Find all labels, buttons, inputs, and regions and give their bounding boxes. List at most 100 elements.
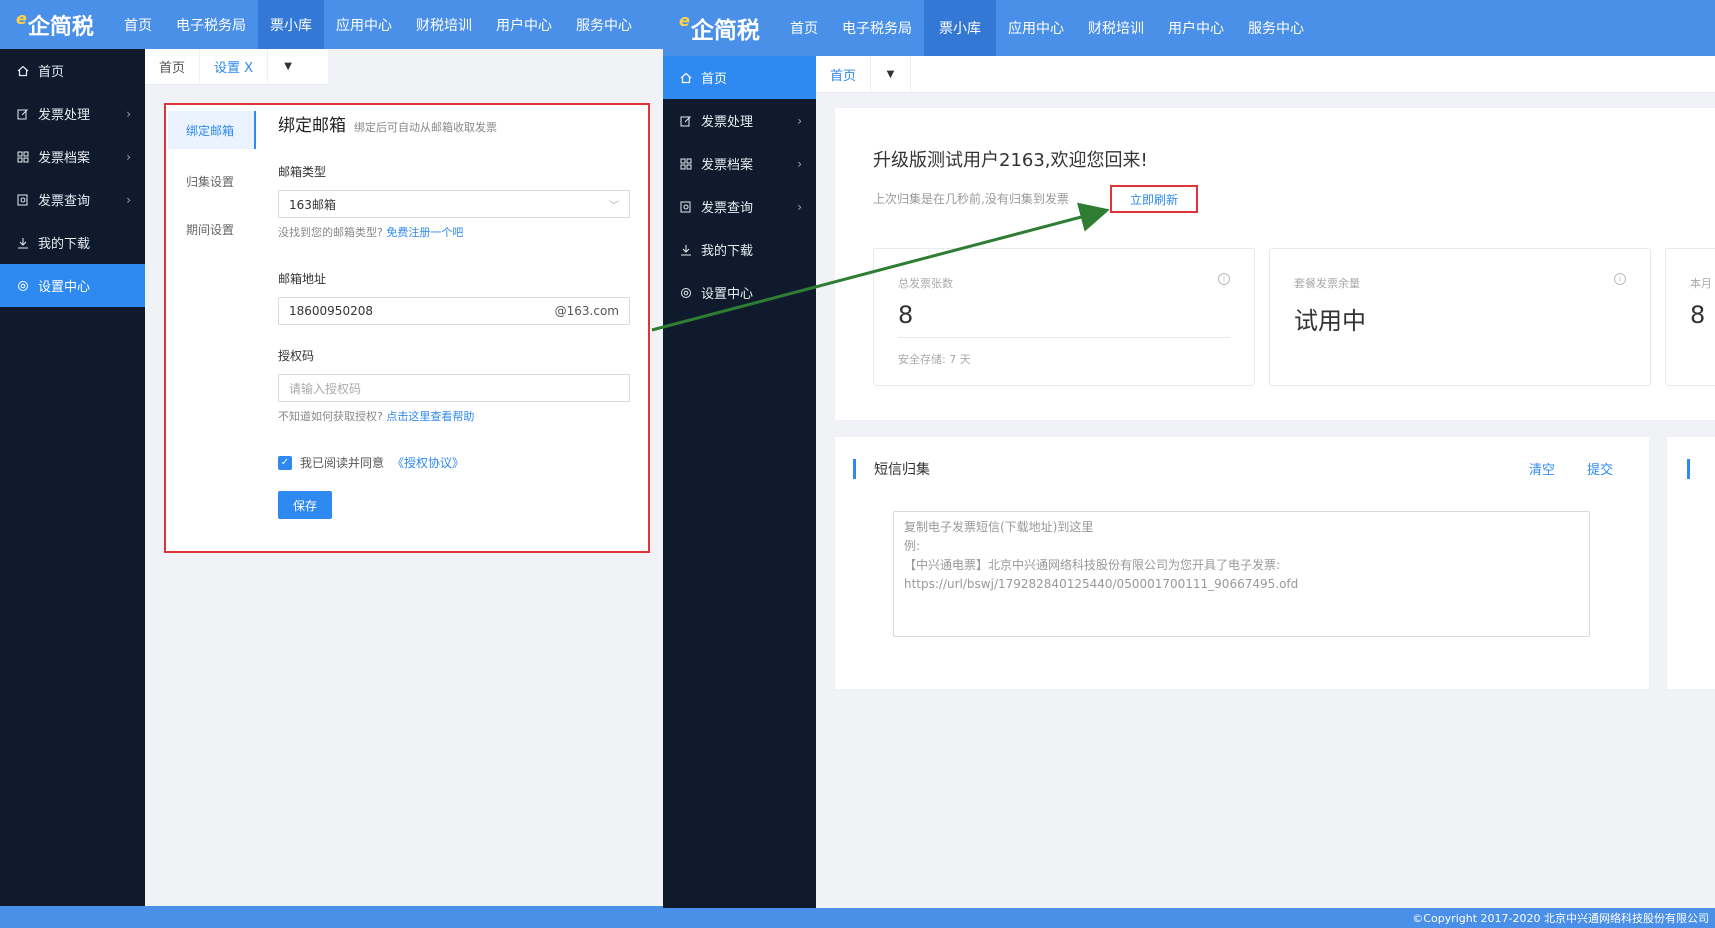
sidebar-item-invoice-archive[interactable]: 发票档案 ›	[0, 135, 145, 178]
chevron-right-icon: ›	[797, 199, 802, 214]
sidebar-item-downloads[interactable]: 我的下载	[0, 221, 145, 264]
mail-type-value: 163邮箱	[289, 197, 336, 212]
sidebar-item-home[interactable]: 首页	[663, 56, 816, 99]
sidebar-item-invoice-process[interactable]: 发票处理 ›	[0, 92, 145, 135]
right-footer-bar: ©Copyright 2017-2020 北京中兴通网络科技股份有限公司	[663, 908, 1715, 928]
sms-textarea[interactable]: 复制电子发票短信(下载地址)到这里 例: 【中兴通电票】北京中兴通网络科技股份有…	[893, 511, 1590, 637]
logo: e 企简税	[663, 11, 778, 45]
nav-item-app-center[interactable]: 应用中心	[996, 0, 1076, 56]
chevron-right-icon: ›	[126, 106, 131, 121]
chevron-right-icon: ›	[126, 192, 131, 207]
auth-agreement-link[interactable]: 《授权协议》	[392, 454, 464, 471]
nav-item-app-center[interactable]: 应用中心	[324, 0, 404, 49]
nav-item-home[interactable]: 首页	[112, 0, 164, 49]
sidebar-item-invoice-query[interactable]: 发票查询 ›	[663, 185, 816, 228]
stat-card-this-month: 本月 8	[1665, 248, 1715, 386]
nav-item-training[interactable]: 财税培训	[404, 0, 484, 49]
sidebar-item-home[interactable]: 首页	[0, 49, 145, 92]
subnav-period-settings[interactable]: 期间设置	[168, 205, 256, 253]
home-icon	[679, 71, 693, 85]
caret-down-icon: ▼	[886, 68, 895, 80]
tab-home[interactable]: 首页	[816, 56, 872, 92]
logo-e-mark: e	[679, 11, 690, 30]
bind-email-form: 绑定邮箱 绑定后可自动从邮箱收取发票 邮箱类型 163邮箱 ﹀ 没找到您的邮箱类…	[278, 111, 630, 519]
agree-checkbox[interactable]: ✓	[278, 455, 292, 470]
edit-icon	[679, 114, 693, 128]
mail-type-hint-text: 没找到您的邮箱类型?	[278, 226, 383, 239]
subnav-bind-email[interactable]: 绑定邮箱	[168, 111, 256, 149]
tab-dropdown-button[interactable]: ▼	[268, 49, 308, 84]
stat-value: 8	[898, 301, 914, 329]
nav-item-training[interactable]: 财税培训	[1076, 0, 1156, 56]
logo-e-mark: e	[16, 8, 27, 28]
info-icon[interactable]: i	[1614, 273, 1626, 285]
tab-settings[interactable]: 设置 X	[200, 49, 269, 84]
auth-help-link[interactable]: 点击这里查看帮助	[386, 410, 474, 423]
sidebar-item-downloads[interactable]: 我的下载	[663, 228, 816, 271]
sidebar-item-settings[interactable]: 设置中心	[663, 271, 816, 314]
stat-card-total-invoices: 总发票张数 i 8 安全存储: 7 天	[873, 248, 1255, 386]
stat-card-package-balance: 套餐发票余量 i 试用中	[1269, 248, 1651, 386]
left-footer-bar	[0, 906, 663, 928]
nav-item-tax-bureau[interactable]: 电子税务局	[830, 0, 924, 56]
nav-item-invoice-store[interactable]: 票小库	[924, 0, 996, 56]
nav-item-home[interactable]: 首页	[778, 0, 830, 56]
sidebar-item-label: 发票处理	[701, 115, 754, 130]
nav-item-user-center[interactable]: 用户中心	[1156, 0, 1236, 56]
top-nav-bar: e 企简税 首页 电子税务局 票小库 应用中心 财税培训 用户中心 服务中心	[663, 0, 1715, 56]
sidebar-item-settings[interactable]: 设置中心	[0, 264, 145, 307]
nav-item-invoice-store[interactable]: 票小库	[258, 0, 324, 49]
sidebar-item-label: 设置中心	[701, 287, 754, 302]
sms-card-title: 短信归集	[853, 459, 930, 479]
sidebar-item-label: 发票档案	[38, 151, 91, 166]
edit-icon	[16, 107, 30, 121]
refresh-now-link[interactable]: 立即刷新	[1110, 185, 1198, 213]
download-icon	[16, 236, 30, 250]
sms-placeholder-line: https://url/bswj/179282840125440/0500017…	[904, 577, 1299, 591]
sidebar-item-invoice-process[interactable]: 发票处理 ›	[663, 99, 816, 142]
sidebar-item-invoice-archive[interactable]: 发票档案 ›	[663, 142, 816, 185]
mail-type-label: 邮箱类型	[278, 165, 327, 179]
stat-value: 试用中	[1294, 307, 1366, 335]
info-icon[interactable]: i	[1218, 273, 1230, 285]
stat-label: 套餐发票余量	[1294, 277, 1360, 290]
tab-home[interactable]: 首页	[145, 49, 201, 84]
grid-icon	[16, 150, 30, 164]
sidebar-item-invoice-query[interactable]: 发票查询 ›	[0, 178, 145, 221]
sms-clear-button[interactable]: 清空	[1529, 459, 1555, 478]
sidebar-item-label: 首页	[701, 72, 728, 87]
sidebar: 首页 发票处理 › 发票档案 › 发票查询 › 我的下载 设置中心	[663, 56, 816, 908]
sidebar-item-label: 发票处理	[38, 108, 91, 123]
mail-type-select[interactable]: 163邮箱 ﹀	[278, 190, 630, 218]
welcome-message: 升级版测试用户2163,欢迎您回来!	[873, 150, 1148, 171]
save-button[interactable]: 保存	[278, 491, 332, 519]
nav-item-tax-bureau[interactable]: 电子税务局	[164, 0, 258, 49]
auth-code-placeholder: 请输入授权码	[289, 381, 362, 396]
form-title: 绑定邮箱	[278, 116, 346, 136]
sidebar-item-label: 我的下载	[701, 244, 754, 259]
register-email-link[interactable]: 免费注册一个吧	[386, 226, 463, 239]
settings-card: 绑定邮箱 归集设置 期间设置 绑定邮箱 绑定后可自动从邮箱收取发票 邮箱类型 1…	[164, 103, 650, 553]
tab-bar: 首页 设置 X ▼	[145, 49, 328, 85]
home-icon	[16, 64, 30, 78]
nav-item-user-center[interactable]: 用户中心	[484, 0, 564, 49]
sidebar-item-label: 发票查询	[38, 194, 91, 209]
email-address-input[interactable]: 18600950208 @163.com	[278, 297, 630, 325]
logo: e 企简税	[0, 9, 112, 41]
tab-bar: 首页 ▼	[816, 56, 1715, 93]
sidebar-item-label: 首页	[38, 65, 65, 80]
settings-subnav: 绑定邮箱 归集设置 期间设置	[168, 111, 256, 253]
tab-dropdown-button[interactable]: ▼	[871, 56, 912, 92]
auth-code-input[interactable]: 请输入授权码	[278, 374, 630, 402]
sms-submit-button[interactable]: 提交	[1587, 459, 1613, 478]
nav-item-service-center[interactable]: 服务中心	[564, 0, 644, 49]
top-nav: 首页 电子税务局 票小库 应用中心 财税培训 用户中心 服务中心	[112, 0, 644, 49]
logo-text: 企简税	[27, 14, 94, 40]
sms-collect-card: 短信归集 清空 提交 复制电子发票短信(下载地址)到这里 例: 【中兴通电票】北…	[835, 437, 1649, 689]
sidebar-item-label: 我的下载	[38, 237, 91, 252]
nav-item-service-center[interactable]: 服务中心	[1236, 0, 1316, 56]
sidebar-item-label: 发票档案	[701, 158, 754, 173]
agree-text: 我已阅读并同意	[300, 456, 385, 470]
subnav-collect-settings[interactable]: 归集设置	[168, 157, 256, 205]
side-card-stub	[1667, 437, 1715, 689]
